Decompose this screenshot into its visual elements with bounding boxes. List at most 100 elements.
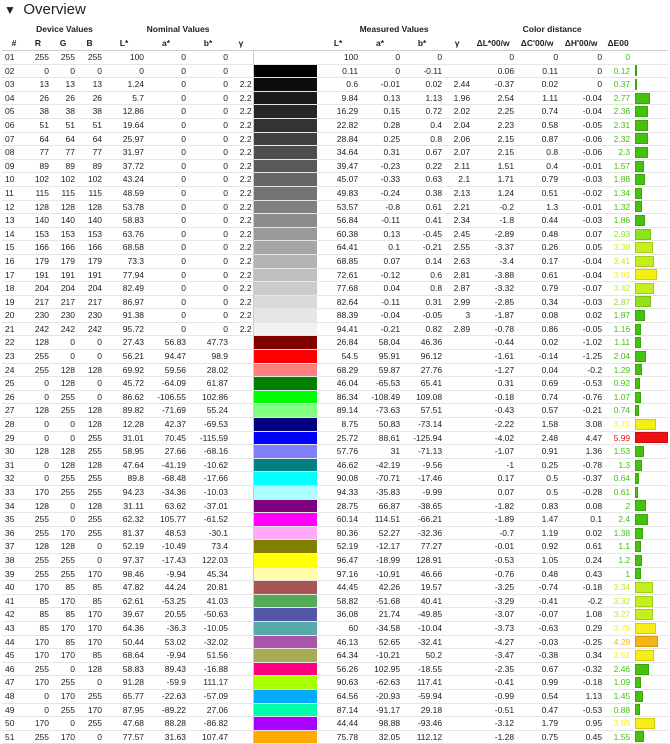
- cell-nominal-l: 81.37: [122, 527, 145, 538]
- cell-nominal-gamma: 2.2: [239, 242, 252, 253]
- cell-num: 35: [5, 514, 15, 525]
- cell-b: 128: [87, 459, 103, 470]
- cell-measured-l: 75.78: [336, 731, 359, 742]
- cell-delta-l: -1: [506, 459, 515, 470]
- cell-delta-c: -0.41: [538, 595, 559, 606]
- cell-measured-gamma: 2.63: [453, 255, 471, 266]
- cell-nominal-a: 0: [181, 106, 187, 117]
- cell-nominal-l: 25.97: [122, 133, 145, 144]
- cell-measured-gamma: 2.02: [453, 106, 471, 117]
- cell-delta-l: -1.8: [499, 215, 515, 226]
- cell-delta-e: 2.4: [618, 514, 631, 525]
- cell-delta-c: 0.87: [541, 133, 559, 144]
- cell-nominal-l: 12.28: [122, 419, 145, 430]
- delta-e-bar: [633, 540, 668, 554]
- cell-nominal-a: -89.22: [161, 704, 187, 715]
- cell-measured-l: 80.36: [336, 527, 359, 538]
- cell-b: 0: [97, 351, 103, 362]
- cell-b: 170: [87, 704, 103, 715]
- table-row: 05 38 38 38 12.86 0 0 2.2 16.29 0.15 0.72 2.02 2.25 0…: [2, 104, 669, 119]
- cell-r: 85: [39, 595, 49, 606]
- cell-delta-h: 0.07: [585, 228, 603, 239]
- table-row: 19 217 217 217 86.97 0 0 2.2 82.64 -0.11 0.31 2.99 -…: [2, 295, 669, 309]
- cell-b: 128: [87, 500, 103, 511]
- delta-e-bar: [633, 91, 668, 105]
- cell-g: 179: [60, 255, 75, 266]
- cell-g: 255: [60, 52, 75, 62]
- cell-g: 128: [60, 459, 75, 470]
- cell-nominal-l: 19.64: [122, 119, 145, 130]
- cell-delta-c: -0.74: [538, 582, 559, 593]
- delta-e-bar-fill: [635, 636, 659, 648]
- cell-delta-e: 1.1: [618, 541, 631, 552]
- cell-b: 230: [87, 310, 103, 321]
- collapse-triangle-icon[interactable]: ▼: [4, 3, 16, 17]
- cell-measured-a: 0.25: [383, 133, 401, 144]
- cell-nominal-b: -86.82: [203, 718, 229, 729]
- cell-measured-l: 54.5: [341, 351, 359, 362]
- cell-delta-c: 1.3: [546, 201, 559, 212]
- cell-r: 0: [44, 432, 49, 443]
- cell-b: 255: [87, 446, 103, 457]
- cell-num: 47: [5, 677, 15, 688]
- cell-delta-h: -0.04: [582, 106, 603, 117]
- delta-e-bar: [633, 173, 668, 187]
- cell-g: 115: [61, 187, 75, 198]
- cell-num: 23: [5, 351, 15, 362]
- group-measured-values: Measured Values: [359, 24, 429, 34]
- delta-e-bar: [633, 418, 668, 432]
- cell-nominal-l: 69.92: [122, 364, 145, 375]
- cell-g: 255: [60, 473, 75, 484]
- cell-b: 0: [97, 378, 103, 389]
- cell-b: 85: [92, 650, 103, 661]
- cell-nominal-l: 94.23: [122, 487, 145, 497]
- cell-b: 128: [87, 405, 103, 416]
- cell-measured-l: 77.68: [336, 283, 359, 294]
- overview-header[interactable]: ▼ Overview: [0, 0, 670, 22]
- cell-nominal-b: 0: [223, 92, 229, 103]
- cell-delta-l: -0.37: [494, 79, 515, 90]
- cell-r: 0: [44, 473, 49, 484]
- cell-num: 40: [5, 582, 15, 593]
- cell-nominal-gamma: 2.2: [239, 79, 252, 90]
- cell-r: 204: [34, 283, 49, 294]
- delta-e-bar: [633, 445, 668, 459]
- cell-delta-c: 0.75: [541, 731, 559, 742]
- cell-r: 128: [34, 541, 49, 552]
- cell-nominal-l: 91.28: [122, 677, 145, 688]
- cell-r: 0: [44, 459, 49, 470]
- cell-nominal-b: 122.03: [202, 554, 229, 565]
- overview-title: Overview: [23, 1, 86, 18]
- delta-e-bar: [633, 581, 668, 595]
- cell-nominal-a: 31.63: [164, 731, 187, 742]
- cell-nominal-a: -10.49: [161, 541, 187, 552]
- cell-num: 09: [5, 160, 15, 171]
- cell-g: 255: [60, 554, 75, 565]
- cell-measured-gamma: [443, 717, 471, 731]
- color-swatch: [252, 186, 318, 201]
- cell-measured-b: 50.2: [425, 650, 443, 661]
- delta-e-bar: [633, 309, 668, 323]
- cell-r: 0: [44, 65, 49, 76]
- cell-delta-l: -0.2: [499, 201, 515, 212]
- cell-r: 128: [34, 500, 49, 511]
- color-swatch: [252, 363, 318, 377]
- cell-measured-l: 60: [348, 622, 359, 633]
- cell-measured-gamma: [443, 621, 471, 635]
- cell-delta-l: -0.51: [494, 704, 515, 715]
- cell-delta-c: 0.17: [541, 255, 559, 266]
- cell-delta-l: 2.15: [497, 133, 515, 144]
- cell-num: 33: [5, 487, 15, 497]
- cell-b: 0: [97, 65, 103, 76]
- cell-nominal-gamma: 2.2: [239, 228, 252, 239]
- cell-measured-b: 112.12: [416, 731, 443, 742]
- cell-delta-l: 1.71: [497, 174, 515, 185]
- cell-measured-a: -65.53: [375, 378, 401, 389]
- col-delta-h: ΔH'00/w: [559, 36, 604, 51]
- cell-delta-h: 0.61: [585, 541, 603, 552]
- cell-delta-e: 2.32: [613, 133, 631, 144]
- col-r: R: [26, 36, 50, 51]
- cell-g: 0: [70, 351, 75, 362]
- cell-delta-l: -3.37: [494, 242, 515, 253]
- delta-e-bar: [633, 717, 668, 731]
